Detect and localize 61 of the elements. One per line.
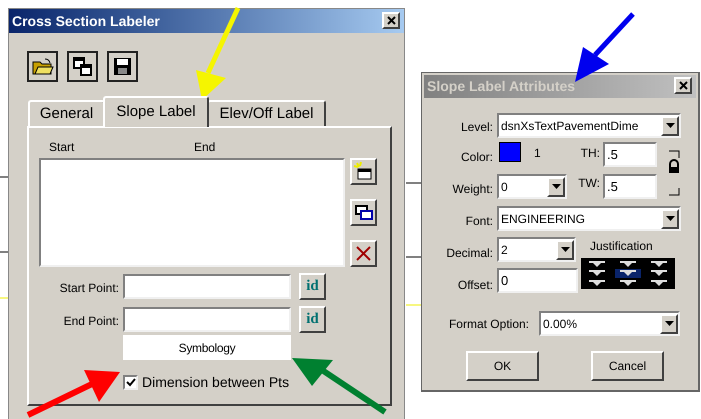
field-label: Color:: [460, 149, 493, 166]
field-label: TH:: [580, 145, 600, 162]
column-header: End: [194, 139, 216, 156]
pointer-arrow: [575, 12, 635, 82]
weight-dropdown[interactable]: 0: [497, 174, 567, 199]
close-icon: [386, 16, 396, 25]
decimal-dropdown[interactable]: 2: [497, 237, 576, 262]
list-box[interactable]: [39, 158, 345, 267]
field-label: Weight:: [452, 181, 493, 198]
save-button[interactable]: [107, 51, 138, 82]
id-button[interactable]: id: [299, 306, 326, 333]
column-header: Start: [49, 139, 74, 156]
dialog-button[interactable]: Cancel: [591, 351, 664, 381]
color-swatch[interactable]: [499, 142, 521, 162]
format-option-dropdown[interactable]: 0.00%: [539, 311, 680, 336]
field-label: Decimal:: [446, 245, 493, 262]
id-button[interactable]: id: [299, 273, 326, 300]
offset-field[interactable]: 0: [497, 268, 578, 293]
field-label: Level:: [460, 119, 493, 136]
open-folder-button[interactable]: [27, 51, 58, 82]
dropdown-caret-icon[interactable]: [661, 208, 679, 228]
new-item-icon: [353, 161, 374, 182]
dropdown-caret-icon[interactable]: [547, 176, 565, 196]
window-pair-icon: [70, 54, 95, 79]
close-icon: [678, 81, 688, 90]
window-pair-button[interactable]: [67, 51, 98, 82]
dropdown-caret-icon[interactable]: [661, 116, 679, 136]
text-width-field[interactable]: .5: [603, 174, 657, 199]
copy-button[interactable]: [350, 199, 377, 226]
font-dropdown[interactable]: ENGINEERING: [497, 206, 681, 231]
field-label: Offset:: [458, 277, 493, 294]
dropdown-caret-icon[interactable]: [556, 240, 574, 260]
level-dropdown[interactable]: dsnXsTextPavementDime: [497, 113, 681, 138]
justification-option[interactable]: [615, 269, 641, 278]
checkbox[interactable]: [123, 375, 138, 390]
tab[interactable]: Slope Label: [103, 96, 209, 127]
text-height-field[interactable]: .5: [603, 142, 657, 167]
tab[interactable]: General: [28, 100, 105, 127]
field-label: TW:: [578, 175, 600, 192]
lock-icon[interactable]: [667, 150, 681, 196]
close-button[interactable]: [674, 77, 692, 94]
field-label: Format Option:: [448, 316, 529, 333]
symbology-button[interactable]: Symbology: [123, 335, 291, 360]
point-field[interactable]: [123, 274, 291, 299]
justification-grid[interactable]: [581, 258, 675, 289]
field-label: Font:: [466, 213, 493, 230]
copy-icon: [353, 202, 374, 223]
point-field[interactable]: [123, 307, 291, 332]
dialog-button[interactable]: OK: [466, 351, 539, 381]
dropdown-caret-icon[interactable]: [660, 314, 678, 334]
delete-button[interactable]: [350, 240, 377, 267]
close-button[interactable]: [382, 12, 400, 29]
window-title: Slope Label Attributes: [427, 77, 576, 96]
justification-label: Justification: [590, 238, 653, 255]
color-number: 1: [534, 145, 541, 162]
window-title: Cross Section Labeler: [12, 12, 160, 30]
checkbox-label: Dimension between Pts: [142, 373, 290, 392]
tab[interactable]: Elev/Off Label: [207, 100, 326, 127]
field-label: End Point:: [64, 313, 119, 330]
new-item-button[interactable]: [350, 158, 377, 185]
field-label: Start Point:: [60, 280, 119, 297]
